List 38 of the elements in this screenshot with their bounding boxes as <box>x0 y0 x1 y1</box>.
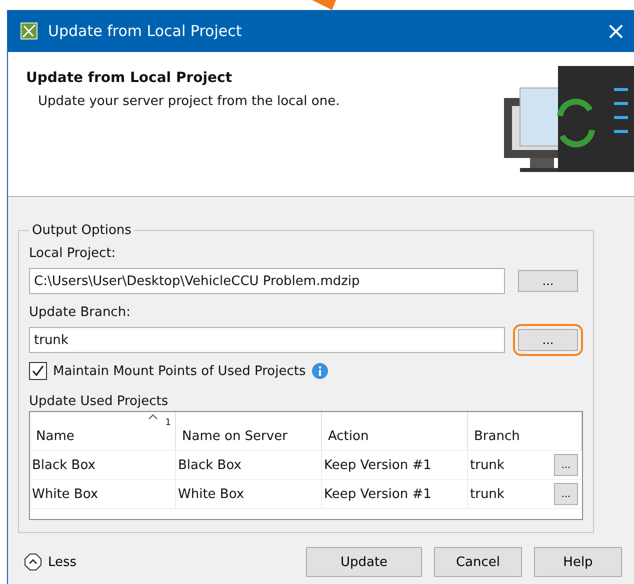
field-label: Local Project: <box>29 246 117 261</box>
browse-button[interactable]: ... <box>554 483 578 505</box>
browse-button[interactable]: ... <box>518 329 578 351</box>
table-cell: White Box <box>30 480 176 508</box>
table-cell-text: trunk <box>469 486 506 504</box>
info-icon[interactable] <box>312 363 328 379</box>
table-cell: White Box <box>176 480 322 508</box>
dialog-button[interactable]: Help <box>534 547 622 577</box>
text-field[interactable]: trunk <box>29 327 505 353</box>
window-title: Update from Local Project <box>48 22 243 40</box>
table-cell: Black Box <box>30 451 176 479</box>
group-title: Output Options <box>31 223 132 238</box>
table-cell: Black Box <box>176 451 322 479</box>
app-icon <box>20 22 38 40</box>
table-cell: Keep Version #1 <box>322 451 468 479</box>
table-title: Update Used Projects <box>29 394 170 409</box>
text-field[interactable]: C:\Users\User\Desktop\VehicleCCU Problem.mdzip <box>29 268 505 294</box>
column-header[interactable]: Branch <box>468 412 582 451</box>
sort-index: 1 <box>165 418 171 428</box>
pointer-arrow-icon <box>312 0 336 10</box>
less-toggle[interactable]: Less <box>18 553 77 571</box>
field-label: Update Branch: <box>29 305 132 320</box>
dialog-button[interactable]: Cancel <box>434 547 522 577</box>
close-button[interactable]: × <box>602 17 630 45</box>
dialog-button[interactable]: Update <box>306 547 422 577</box>
browse-button[interactable]: ... <box>554 454 578 476</box>
table-cell-text: trunk <box>469 456 506 474</box>
collapse-icon <box>24 553 42 571</box>
table-cell: Keep Version #1 <box>322 480 468 508</box>
column-header[interactable]: Name on Server <box>176 412 322 451</box>
column-header[interactable]: Name 1 <box>30 412 176 451</box>
sort-caret-icon <box>148 414 158 420</box>
checkbox[interactable] <box>29 362 47 380</box>
browse-button[interactable]: ... <box>518 270 578 292</box>
column-header[interactable]: Action <box>322 412 468 451</box>
header-subtitle: Update your server project from the local one. <box>38 94 340 109</box>
header-title: Update from Local Project <box>26 70 234 86</box>
checkbox-label: Maintain Mount Points of Used Projects <box>53 364 306 378</box>
